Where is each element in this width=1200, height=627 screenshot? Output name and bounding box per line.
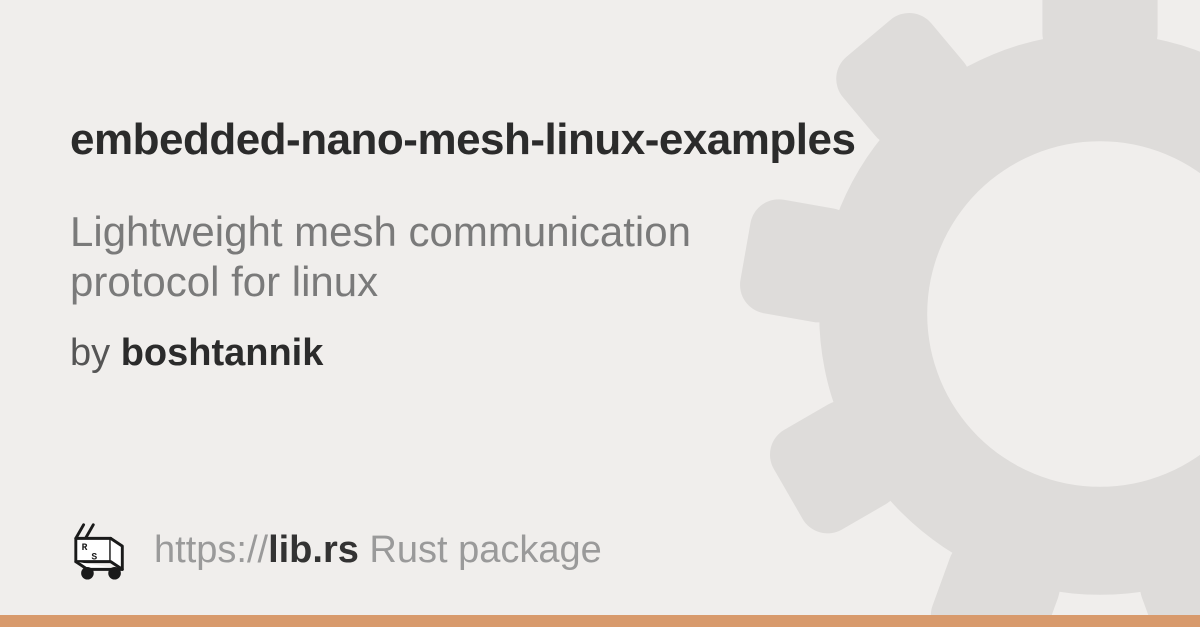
package-title: embedded-nano-mesh-linux-examples (70, 115, 1000, 165)
author-name: boshtannik (121, 332, 324, 374)
svg-text:R: R (82, 542, 88, 553)
by-prefix: by (70, 332, 121, 374)
svg-text:S: S (91, 552, 97, 563)
url-domain: lib.rs (268, 529, 359, 571)
librs-logo-icon: R S (70, 519, 132, 581)
url-suffix: Rust package (359, 529, 602, 571)
package-byline: by boshtannik (70, 332, 1000, 375)
site-url: https://lib.rs Rust package (154, 529, 602, 572)
package-description: Lightweight mesh communication protocol … (70, 207, 810, 308)
url-prefix: https:// (154, 529, 268, 571)
accent-bar (0, 615, 1200, 627)
